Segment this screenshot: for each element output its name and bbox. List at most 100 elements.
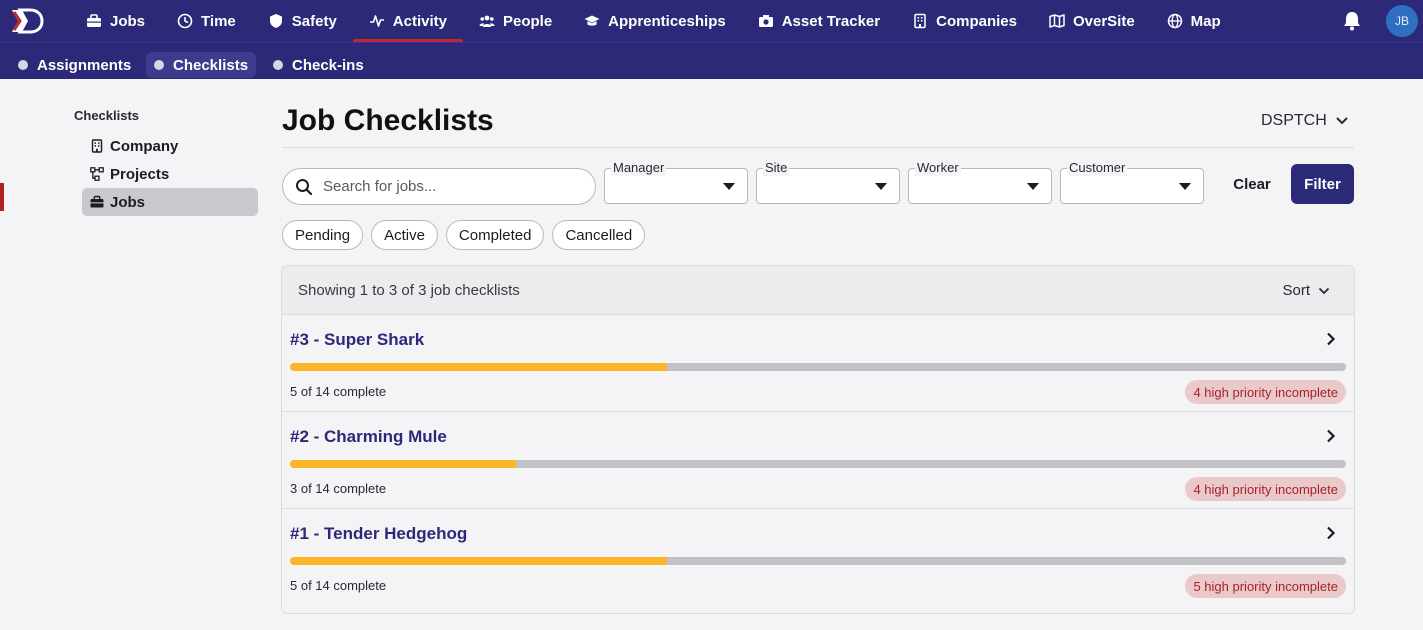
org-selector[interactable]: DSPTCH (1261, 112, 1349, 130)
sub-tab-checklists[interactable]: Checklists (146, 52, 257, 78)
progress-fill (290, 460, 517, 468)
site-dropdown[interactable]: Site (756, 160, 900, 204)
completion-count: 3 of 14 complete (290, 481, 387, 496)
dropdown-label: Manager (611, 160, 667, 176)
nav-item-asset-tracker[interactable]: Asset Tracker (742, 0, 896, 42)
org-selector-label: DSPTCH (1261, 112, 1327, 129)
project-icon (90, 167, 104, 181)
avatar[interactable]: JB (1386, 5, 1418, 37)
sub-tab-label: Assignments (37, 56, 132, 74)
filter-button[interactable]: Filter (1291, 164, 1354, 204)
briefcase-icon (90, 195, 104, 209)
sidebar: Checklists Company Projects Jobs (74, 108, 260, 216)
nav-item-label: Apprenticeships (608, 12, 726, 30)
manager-dropdown[interactable]: Manager (604, 160, 748, 204)
nav-item-label: Activity (392, 12, 447, 30)
sub-tab-assignments[interactable]: Assignments (10, 52, 139, 78)
nav-item-label: Safety (291, 12, 337, 30)
sidebar-item-company[interactable]: Company (74, 132, 260, 160)
status-chips: Pending Active Completed Cancelled (282, 220, 653, 250)
sub-nav: Assignments Checklists Check-ins (0, 42, 1423, 79)
priority-badge: 4 high priority incomplete (1185, 380, 1346, 404)
building-icon (90, 139, 104, 153)
nav-item-map[interactable]: Map (1151, 0, 1237, 42)
page-title: Job Checklists (282, 104, 494, 137)
completion-count: 5 of 14 complete (290, 384, 387, 399)
priority-badge: 4 high priority incomplete (1185, 477, 1346, 501)
clock-icon (177, 13, 193, 29)
caret-down-icon (875, 183, 887, 190)
nav-item-time[interactable]: Time (161, 0, 252, 42)
worker-dropdown[interactable]: Worker (908, 160, 1052, 204)
caret-down-icon (1179, 183, 1191, 190)
nav-item-apprenticeships[interactable]: Apprenticeships (568, 0, 742, 42)
job-title: #3 - Super Shark (290, 330, 425, 349)
sort-button[interactable]: Sort (1282, 282, 1330, 299)
dot-icon (18, 60, 28, 70)
completion-count: 5 of 14 complete (290, 578, 387, 593)
main-nav: Jobs Time Safety Activity People Apprent… (70, 0, 1237, 42)
sidebar-item-label: Projects (110, 165, 170, 183)
nav-item-people[interactable]: People (463, 0, 568, 42)
dsptch-logo-icon[interactable] (10, 8, 44, 34)
chip-cancelled[interactable]: Cancelled (552, 220, 646, 250)
caret-down-icon (723, 183, 735, 190)
briefcase-icon (86, 13, 102, 29)
nav-item-label: People (502, 12, 553, 30)
nav-item-activity[interactable]: Activity (352, 0, 464, 42)
sub-tab-label: Check-ins (292, 56, 364, 74)
list-item[interactable]: #1 - Tender Hedgehog 5 of 14 complete 5 … (282, 509, 1354, 606)
chevron-right-icon (1327, 429, 1336, 443)
dropdown-label: Customer (1067, 160, 1128, 176)
search-icon (296, 178, 313, 195)
sidebar-item-label: Company (110, 137, 179, 155)
sub-tab-check-ins[interactable]: Check-ins (265, 52, 372, 78)
active-indicator (0, 183, 4, 211)
sidebar-item-label: Jobs (110, 193, 146, 211)
chip-pending[interactable]: Pending (282, 220, 364, 250)
search-box[interactable] (282, 168, 596, 205)
nav-item-label: Asset Tracker (781, 12, 881, 30)
checklist-list: Showing 1 to 3 of 3 job checklists Sort … (281, 265, 1355, 614)
customer-dropdown[interactable]: Customer (1060, 160, 1204, 204)
nav-item-label: OverSite (1072, 12, 1135, 30)
job-title: #1 - Tender Hedgehog (290, 524, 468, 543)
dropdown-label: Site (763, 160, 790, 176)
job-title: #2 - Charming Mule (290, 427, 447, 446)
progress-fill (290, 557, 668, 565)
priority-badge: 5 high priority incomplete (1185, 574, 1346, 598)
shield-icon (268, 13, 284, 29)
map-icon (1049, 13, 1065, 29)
sidebar-item-jobs[interactable]: Jobs (82, 188, 258, 216)
dot-icon (273, 60, 283, 70)
chevron-down-icon (1318, 287, 1330, 294)
dropdown-label: Worker (915, 160, 961, 176)
list-item[interactable]: #3 - Super Shark 5 of 14 complete 4 high… (282, 315, 1354, 412)
chevron-right-icon (1327, 332, 1336, 346)
chip-completed[interactable]: Completed (445, 220, 545, 250)
divider (282, 147, 1354, 148)
sub-tab-label: Checklists (173, 56, 249, 74)
bell-icon[interactable] (1341, 10, 1363, 32)
chip-active[interactable]: Active (371, 220, 438, 250)
progress-bar (290, 363, 1346, 371)
progress-bar (290, 460, 1346, 468)
graduation-cap-icon (584, 13, 600, 29)
building-icon (912, 13, 928, 29)
search-input[interactable] (323, 178, 583, 195)
nav-item-jobs[interactable]: Jobs (70, 0, 161, 42)
nav-item-companies[interactable]: Companies (896, 0, 1033, 42)
sidebar-item-projects[interactable]: Projects (74, 160, 260, 188)
nav-item-safety[interactable]: Safety (252, 0, 353, 42)
activity-icon (369, 13, 385, 29)
clear-button[interactable]: Clear (1224, 166, 1280, 202)
nav-item-label: Jobs (110, 12, 146, 30)
nav-item-oversite[interactable]: OverSite (1033, 0, 1151, 42)
chevron-down-icon (1336, 117, 1348, 125)
list-item[interactable]: #2 - Charming Mule 3 of 14 complete 4 hi… (282, 412, 1354, 509)
camera-icon (758, 13, 774, 29)
top-nav: Jobs Time Safety Activity People Apprent… (0, 0, 1423, 42)
list-header: Showing 1 to 3 of 3 job checklists Sort (282, 266, 1354, 315)
caret-down-icon (1027, 183, 1039, 190)
nav-item-label: Map (1190, 12, 1221, 30)
